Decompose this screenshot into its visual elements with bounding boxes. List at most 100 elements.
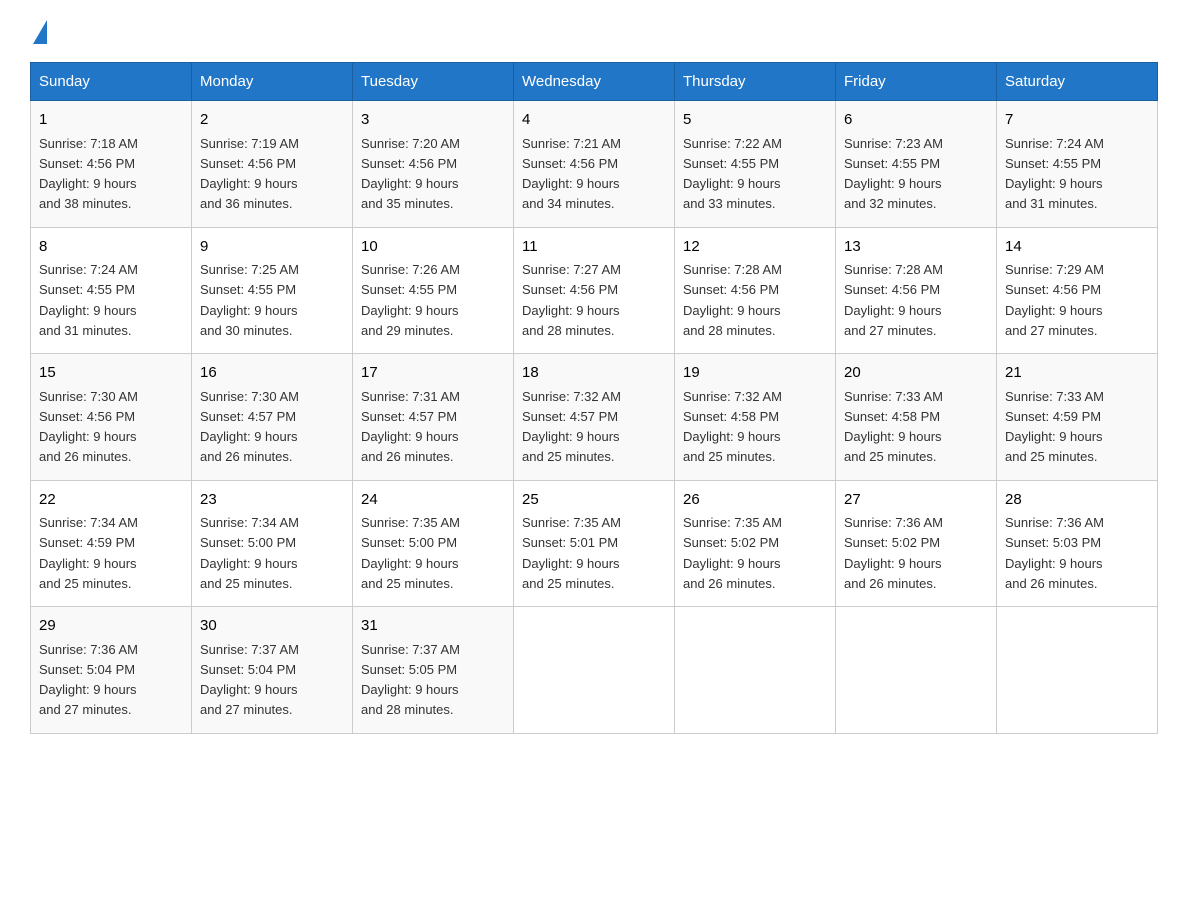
day-info: Sunrise: 7:18 AMSunset: 4:56 PMDaylight:…	[39, 136, 138, 212]
weekday-header-wednesday: Wednesday	[514, 63, 675, 101]
day-info: Sunrise: 7:33 AMSunset: 4:58 PMDaylight:…	[844, 389, 943, 465]
day-number: 5	[683, 109, 827, 132]
day-number: 18	[522, 362, 666, 385]
day-number: 30	[200, 615, 344, 638]
day-info: Sunrise: 7:36 AMSunset: 5:04 PMDaylight:…	[39, 642, 138, 718]
day-info: Sunrise: 7:36 AMSunset: 5:02 PMDaylight:…	[844, 515, 943, 591]
day-info: Sunrise: 7:27 AMSunset: 4:56 PMDaylight:…	[522, 262, 621, 338]
calendar-cell: 11Sunrise: 7:27 AMSunset: 4:56 PMDayligh…	[514, 227, 675, 354]
day-number: 22	[39, 489, 183, 512]
day-info: Sunrise: 7:25 AMSunset: 4:55 PMDaylight:…	[200, 262, 299, 338]
day-number: 19	[683, 362, 827, 385]
calendar-cell: 20 Sunrise: 7:33 AMSunset: 4:58 PMDayligh…	[836, 354, 997, 481]
calendar-cell: 12 Sunrise: 7:28 AMSunset: 4:56 PMDayligh…	[675, 227, 836, 354]
day-number: 26	[683, 489, 827, 512]
calendar-cell: 31 Sunrise: 7:37 AMSunset: 5:05 PMDayligh…	[353, 607, 514, 734]
calendar-cell	[675, 607, 836, 734]
calendar-cell: 27 Sunrise: 7:36 AMSunset: 5:02 PMDayligh…	[836, 480, 997, 607]
day-info: Sunrise: 7:34 AMSunset: 5:00 PMDaylight:…	[200, 515, 299, 591]
day-number: 25	[522, 489, 666, 512]
weekday-header-friday: Friday	[836, 63, 997, 101]
calendar-cell: 25 Sunrise: 7:35 AMSunset: 5:01 PMDayligh…	[514, 480, 675, 607]
day-number: 3	[361, 109, 505, 132]
calendar-cell: 22Sunrise: 7:34 AMSunset: 4:59 PMDayligh…	[31, 480, 192, 607]
calendar-cell	[836, 607, 997, 734]
day-info: Sunrise: 7:32 AMSunset: 4:58 PMDaylight:…	[683, 389, 782, 465]
day-info: Sunrise: 7:28 AMSunset: 4:56 PMDaylight:…	[683, 262, 782, 338]
weekday-header-row: SundayMondayTuesdayWednesdayThursdayFrid…	[31, 63, 1158, 101]
day-number: 27	[844, 489, 988, 512]
day-info: Sunrise: 7:37 AMSunset: 5:05 PMDaylight:…	[361, 642, 460, 718]
calendar-week-row: 29 Sunrise: 7:36 AMSunset: 5:04 PMDayligh…	[31, 607, 1158, 734]
day-number: 23	[200, 489, 344, 512]
calendar-cell: 29 Sunrise: 7:36 AMSunset: 5:04 PMDayligh…	[31, 607, 192, 734]
weekday-header-tuesday: Tuesday	[353, 63, 514, 101]
weekday-header-monday: Monday	[192, 63, 353, 101]
calendar-cell: 18Sunrise: 7:32 AMSunset: 4:57 PMDayligh…	[514, 354, 675, 481]
calendar-cell: 4 Sunrise: 7:21 AMSunset: 4:56 PMDaylight…	[514, 101, 675, 228]
day-number: 14	[1005, 236, 1149, 259]
weekday-header-sunday: Sunday	[31, 63, 192, 101]
day-number: 17	[361, 362, 505, 385]
calendar-cell: 2 Sunrise: 7:19 AMSunset: 4:56 PMDaylight…	[192, 101, 353, 228]
calendar-cell: 7 Sunrise: 7:24 AMSunset: 4:55 PMDaylight…	[997, 101, 1158, 228]
day-info: Sunrise: 7:35 AMSunset: 5:02 PMDaylight:…	[683, 515, 782, 591]
calendar-cell: 1Sunrise: 7:18 AMSunset: 4:56 PMDaylight…	[31, 101, 192, 228]
calendar-cell: 26 Sunrise: 7:35 AMSunset: 5:02 PMDayligh…	[675, 480, 836, 607]
day-number: 16	[200, 362, 344, 385]
calendar-week-row: 15 Sunrise: 7:30 AMSunset: 4:56 PMDayligh…	[31, 354, 1158, 481]
day-number: 28	[1005, 489, 1149, 512]
page-header	[30, 20, 1158, 42]
day-number: 4	[522, 109, 666, 132]
day-number: 29	[39, 615, 183, 638]
calendar-cell: 10Sunrise: 7:26 AMSunset: 4:55 PMDayligh…	[353, 227, 514, 354]
day-info: Sunrise: 7:35 AMSunset: 5:01 PMDaylight:…	[522, 515, 621, 591]
calendar-cell: 6 Sunrise: 7:23 AMSunset: 4:55 PMDaylight…	[836, 101, 997, 228]
logo	[30, 20, 47, 42]
day-info: Sunrise: 7:30 AMSunset: 4:57 PMDaylight:…	[200, 389, 299, 465]
day-info: Sunrise: 7:23 AMSunset: 4:55 PMDaylight:…	[844, 136, 943, 212]
day-number: 2	[200, 109, 344, 132]
day-number: 20	[844, 362, 988, 385]
day-info: Sunrise: 7:33 AMSunset: 4:59 PMDaylight:…	[1005, 389, 1104, 465]
calendar-cell: 3 Sunrise: 7:20 AMSunset: 4:56 PMDaylight…	[353, 101, 514, 228]
calendar-cell: 16 Sunrise: 7:30 AMSunset: 4:57 PMDayligh…	[192, 354, 353, 481]
day-number: 10	[361, 236, 505, 259]
day-info: Sunrise: 7:21 AMSunset: 4:56 PMDaylight:…	[522, 136, 621, 212]
day-number: 24	[361, 489, 505, 512]
calendar-cell: 21 Sunrise: 7:33 AMSunset: 4:59 PMDayligh…	[997, 354, 1158, 481]
calendar-week-row: 8 Sunrise: 7:24 AMSunset: 4:55 PMDaylight…	[31, 227, 1158, 354]
day-info: Sunrise: 7:24 AMSunset: 4:55 PMDaylight:…	[1005, 136, 1104, 212]
calendar-week-row: 1Sunrise: 7:18 AMSunset: 4:56 PMDaylight…	[31, 101, 1158, 228]
day-info: Sunrise: 7:19 AMSunset: 4:56 PMDaylight:…	[200, 136, 299, 212]
calendar-cell: 17 Sunrise: 7:31 AMSunset: 4:57 PMDayligh…	[353, 354, 514, 481]
day-number: 8	[39, 236, 183, 259]
day-number: 21	[1005, 362, 1149, 385]
calendar-cell: 30 Sunrise: 7:37 AMSunset: 5:04 PMDayligh…	[192, 607, 353, 734]
calendar-cell: 23 Sunrise: 7:34 AMSunset: 5:00 PMDayligh…	[192, 480, 353, 607]
day-number: 12	[683, 236, 827, 259]
logo-triangle-icon	[33, 20, 47, 44]
day-number: 13	[844, 236, 988, 259]
day-info: Sunrise: 7:31 AMSunset: 4:57 PMDaylight:…	[361, 389, 460, 465]
day-info: Sunrise: 7:30 AMSunset: 4:56 PMDaylight:…	[39, 389, 138, 465]
calendar-cell: 19 Sunrise: 7:32 AMSunset: 4:58 PMDayligh…	[675, 354, 836, 481]
day-number: 15	[39, 362, 183, 385]
calendar-cell: 28 Sunrise: 7:36 AMSunset: 5:03 PMDayligh…	[997, 480, 1158, 607]
calendar-cell: 8 Sunrise: 7:24 AMSunset: 4:55 PMDaylight…	[31, 227, 192, 354]
day-info: Sunrise: 7:37 AMSunset: 5:04 PMDaylight:…	[200, 642, 299, 718]
day-number: 31	[361, 615, 505, 638]
day-info: Sunrise: 7:22 AMSunset: 4:55 PMDaylight:…	[683, 136, 782, 212]
weekday-header-saturday: Saturday	[997, 63, 1158, 101]
calendar-cell: 13Sunrise: 7:28 AMSunset: 4:56 PMDayligh…	[836, 227, 997, 354]
day-info: Sunrise: 7:20 AMSunset: 4:56 PMDaylight:…	[361, 136, 460, 212]
day-info: Sunrise: 7:35 AMSunset: 5:00 PMDaylight:…	[361, 515, 460, 591]
calendar-cell: 9 Sunrise: 7:25 AMSunset: 4:55 PMDaylight…	[192, 227, 353, 354]
day-info: Sunrise: 7:36 AMSunset: 5:03 PMDaylight:…	[1005, 515, 1104, 591]
day-info: Sunrise: 7:24 AMSunset: 4:55 PMDaylight:…	[39, 262, 138, 338]
calendar-cell	[514, 607, 675, 734]
day-number: 6	[844, 109, 988, 132]
day-info: Sunrise: 7:29 AMSunset: 4:56 PMDaylight:…	[1005, 262, 1104, 338]
day-number: 9	[200, 236, 344, 259]
day-number: 7	[1005, 109, 1149, 132]
